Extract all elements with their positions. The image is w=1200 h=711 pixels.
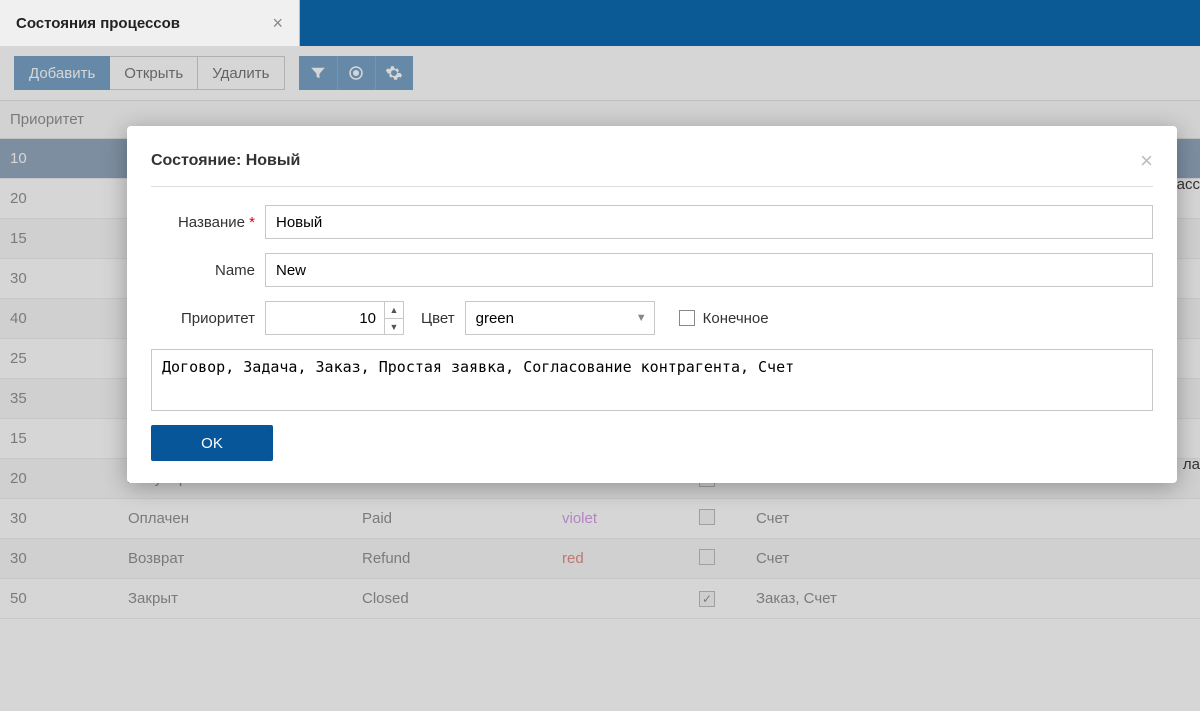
priority-stepper[interactable]: ▲ ▼ bbox=[265, 301, 405, 335]
offscreen-fragment: ла bbox=[1183, 456, 1200, 473]
close-icon[interactable]: × bbox=[272, 13, 283, 34]
priority-input[interactable] bbox=[265, 301, 385, 335]
ok-button[interactable]: OK bbox=[151, 425, 273, 461]
final-checkbox-wrap[interactable]: Конечное bbox=[679, 310, 769, 327]
final-checkbox[interactable] bbox=[679, 310, 695, 326]
required-icon: * bbox=[249, 214, 255, 231]
dialog-header: Состояние: Новый × bbox=[151, 148, 1153, 187]
close-icon[interactable]: × bbox=[1140, 148, 1153, 174]
dialog-title: Состояние: Новый bbox=[151, 152, 300, 170]
color-select[interactable]: ▼ bbox=[465, 301, 655, 335]
label-text: Название bbox=[178, 214, 245, 231]
spin-up-icon[interactable]: ▲ bbox=[385, 302, 403, 318]
spin-buttons: ▲ ▼ bbox=[385, 301, 404, 335]
tab-title: Состояния процессов bbox=[16, 15, 260, 32]
edit-state-dialog: Состояние: Новый × Название * Name Приор… bbox=[127, 126, 1177, 483]
label-color: Цвет bbox=[421, 310, 455, 327]
label-name: Name bbox=[151, 262, 255, 279]
row-actions: OK bbox=[151, 425, 1153, 461]
label-nazvanie: Название * bbox=[151, 214, 255, 231]
classes-textarea[interactable] bbox=[151, 349, 1153, 411]
color-input[interactable] bbox=[465, 301, 655, 335]
label-final: Конечное bbox=[703, 310, 769, 327]
row-priority-color: Приоритет ▲ ▼ Цвет ▼ Конечное bbox=[151, 301, 1153, 335]
label-priority: Приоритет bbox=[151, 310, 255, 327]
name-input[interactable] bbox=[265, 253, 1153, 287]
tab-process-states[interactable]: Состояния процессов × bbox=[0, 0, 300, 46]
row-name: Name bbox=[151, 253, 1153, 287]
offscreen-fragment: асс bbox=[1177, 176, 1200, 193]
row-nazvanie: Название * bbox=[151, 205, 1153, 239]
row-classes bbox=[151, 349, 1153, 411]
spin-down-icon[interactable]: ▼ bbox=[385, 318, 403, 334]
topbar: Состояния процессов × bbox=[0, 0, 1200, 46]
nazvanie-input[interactable] bbox=[265, 205, 1153, 239]
